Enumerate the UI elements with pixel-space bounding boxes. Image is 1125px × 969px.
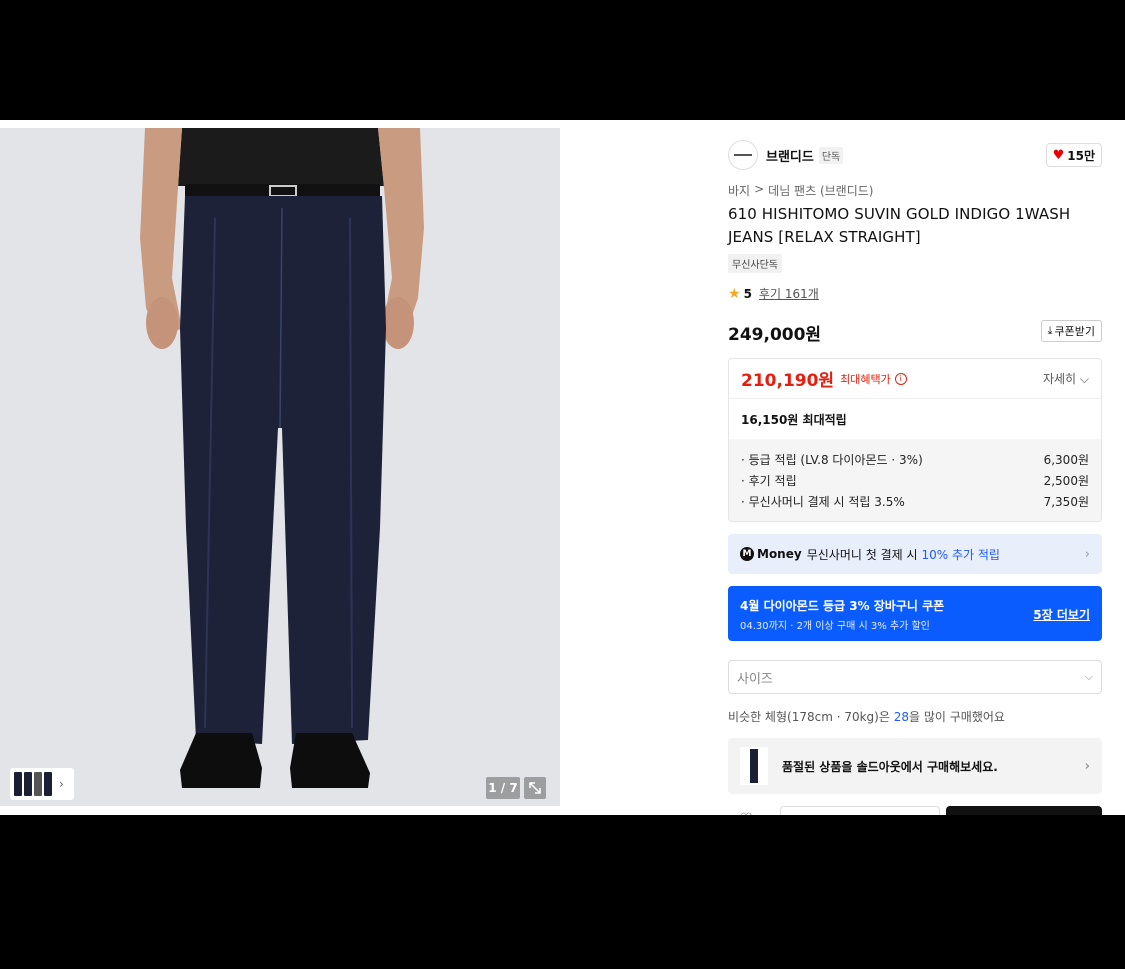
thumbnail-strip[interactable]: ›	[10, 768, 74, 800]
like-count: 15만	[1067, 148, 1095, 163]
size-select[interactable]: 사이즈 ⌵	[728, 660, 1102, 694]
expand-icon[interactable]	[524, 777, 546, 799]
product-title: 610 HISHITOMO SUVIN GOLD INDIGO 1WASH JE…	[728, 205, 1071, 246]
thumbnail-4[interactable]	[44, 772, 52, 796]
detail-toggle-label: 자세히	[1042, 372, 1077, 386]
coupon-button[interactable]: ⤓ 쿠폰받기	[1040, 320, 1102, 342]
similar-body-hint: 비슷한 체형(178cm · 70kg)은 28을 많이 구매했어요	[728, 708, 1005, 725]
chevron-down-icon: ⌵	[1084, 670, 1093, 683]
rating: ★ 5 후기 161개	[728, 285, 819, 302]
musinsa-money-banner[interactable]: M Money 무신사머니 첫 결제 시 10% 추가 적립 ›	[728, 534, 1102, 574]
review-link[interactable]: 후기 161개	[759, 285, 819, 302]
benefit-box: 210,190원 최대혜택가 i 자세히 ⌵ 16,150원 최대적립 · 등급…	[728, 358, 1102, 522]
points-row-label: · 후기 적립	[741, 474, 797, 488]
chevron-right-icon[interactable]: ›	[59, 777, 64, 791]
thumbnail-2[interactable]	[24, 772, 32, 796]
image-counter: 1 / 7	[486, 777, 520, 799]
heart-icon: ♥	[1052, 147, 1065, 163]
product-photo	[0, 128, 560, 806]
soldout-link[interactable]: 품절된 상품을 솔드아웃에서 구매해보세요. ›	[728, 738, 1102, 794]
points-row: · 등급 적립 (LV.8 다이아몬드 · 3%) 6,300원	[741, 449, 1089, 470]
brand-row: 브랜디드 단독 ♥ 15만	[728, 140, 1102, 170]
points-row-value: 6,300원	[1043, 453, 1089, 467]
similar-prefix: 비슷한 체형(178cm · 70kg)은	[728, 710, 890, 724]
brand-exclusive-tag: 단독	[818, 146, 844, 164]
breadcrumb: 바지 > 데님 팬츠 (브랜디드)	[728, 182, 873, 199]
cart-button[interactable]	[780, 806, 940, 815]
soldout-text: 품절된 상품을 솔드아웃에서 구매해보세요.	[782, 759, 998, 774]
purchase-bar: ♡	[728, 806, 1102, 815]
coupon-button-label: 쿠폰받기	[1054, 325, 1095, 338]
max-benefit-price: 210,190원	[741, 371, 835, 391]
detail-toggle[interactable]: 자세히 ⌵	[1043, 370, 1089, 387]
max-benefit-label: 최대혜택가	[840, 372, 891, 386]
chevron-down-icon: ⌵	[1079, 372, 1089, 386]
points-row-value: 7,350원	[1043, 495, 1089, 509]
product-price: 249,000원	[728, 325, 822, 345]
points-row: · 무신사머니 결제 시 적립 3.5% 7,350원	[741, 491, 1089, 512]
breadcrumb-subcategory[interactable]: 데님 팬츠 (브랜디드)	[768, 182, 873, 199]
points-list: · 등급 적립 (LV.8 다이아몬드 · 3%) 6,300원 · 후기 적립…	[729, 439, 1101, 521]
money-logo-icon: M	[740, 547, 754, 561]
coupon-promo-banner[interactable]: 4월 다이아몬드 등급 3% 장바구니 쿠폰 04.30까지 · 2개 이상 구…	[728, 586, 1102, 641]
points-total: 16,150원 최대적립	[741, 412, 847, 427]
points-row: · 후기 적립 2,500원	[741, 470, 1089, 491]
brand-logo[interactable]	[728, 140, 758, 170]
soldout-thumbnail	[740, 747, 768, 785]
info-icon[interactable]: i	[894, 372, 907, 385]
exclusive-badge: 무신사단독	[728, 254, 782, 273]
points-row-value: 2,500원	[1043, 474, 1089, 488]
product-info-panel: 브랜디드 단독 ♥ 15만 바지 > 데님 팬츠 (브랜디드) 610 HISH…	[714, 128, 1116, 815]
money-brand: Money	[757, 547, 802, 561]
breadcrumb-category[interactable]: 바지	[728, 182, 750, 199]
brand-name[interactable]: 브랜디드	[766, 146, 814, 165]
similar-suffix: 을 많이 구매했어요	[909, 710, 1005, 724]
product-page: › 1 / 7 브랜디드 단독 ♥ 15만 바지 > 데님 팬츠 (브랜디드) …	[0, 120, 1125, 815]
similar-size: 28	[893, 710, 909, 724]
money-banner-text: 무신사머니 첫 결제 시	[806, 547, 918, 562]
points-row-label: · 무신사머니 결제 시 적립 3.5%	[741, 495, 905, 509]
heart-outline-icon[interactable]: ♡	[740, 811, 753, 815]
money-banner-highlight: 10% 추가 적립	[921, 547, 1000, 562]
breadcrumb-separator: >	[754, 182, 765, 196]
like-button[interactable]: ♥ 15만	[1045, 143, 1102, 167]
size-select-placeholder: 사이즈	[737, 671, 773, 687]
star-icon: ★	[728, 285, 741, 302]
rating-score: 5	[743, 286, 752, 301]
max-benefit-row: 210,190원 최대혜택가 i 자세히 ⌵	[729, 359, 1101, 399]
points-row-label: · 등급 적립 (LV.8 다이아몬드 · 3%)	[741, 453, 923, 467]
buy-button[interactable]	[946, 806, 1102, 815]
thumbnail-1[interactable]	[14, 772, 22, 796]
chevron-right-icon: ›	[1084, 758, 1090, 774]
download-icon: ⤓	[1047, 324, 1053, 337]
promo-more-link[interactable]: 5장 더보기	[1033, 606, 1090, 623]
thumbnail-3[interactable]	[34, 772, 42, 796]
chevron-right-icon: ›	[1084, 546, 1090, 562]
product-image-gallery[interactable]: › 1 / 7	[0, 128, 560, 806]
